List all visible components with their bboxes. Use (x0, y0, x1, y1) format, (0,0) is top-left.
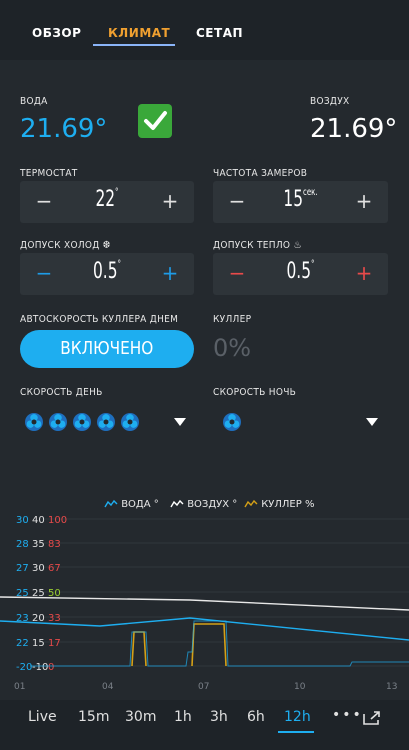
more-icon[interactable]: ••• (332, 707, 363, 723)
time-range-3h[interactable]: 3h (210, 709, 228, 725)
x-tick: 07 (198, 682, 209, 692)
heat-tolerance-value: 0.5° (286, 259, 315, 284)
series-water-baseline (30, 620, 409, 667)
heat-tolerance-stepper: − 0.5° + (213, 253, 388, 295)
x-tick: 10 (294, 682, 306, 692)
tab-climate[interactable]: КЛИМАТ (108, 26, 170, 40)
thermostat-label: ТЕРМОСТАТ (20, 168, 78, 179)
tab-overview[interactable]: ОБЗОР (32, 26, 81, 40)
cold-tolerance-value: 0.5° (93, 259, 121, 284)
y-tick-water: 30 (16, 515, 29, 526)
series-air (0, 596, 409, 611)
sample-rate-increase-button[interactable]: + (352, 189, 376, 213)
x-tick: 04 (102, 682, 114, 692)
time-range-Live[interactable]: Live (28, 709, 57, 725)
fan-icon (222, 412, 242, 432)
heat-tolerance-increase-button[interactable]: + (352, 261, 376, 285)
fan-icon (120, 412, 140, 432)
y-tick-cooler: 67 (48, 563, 61, 574)
tab-setup[interactable]: СЕТАП (196, 26, 243, 40)
y-tick-air: 40 (32, 515, 45, 526)
heat-tolerance-label: ДОПУСК ТЕПЛО ♨ (213, 240, 302, 251)
time-range-6h[interactable]: 6h (247, 709, 265, 725)
y-tick-air: 15 (32, 638, 45, 649)
y-tick-air: 35 (32, 539, 45, 550)
time-range-30m[interactable]: 30m (125, 709, 156, 725)
air-value: 21.69° (310, 114, 398, 144)
thermostat-increase-button[interactable]: + (158, 189, 182, 213)
fan-icon (72, 412, 92, 432)
auto-cooler-toggle-button[interactable]: ВКЛЮЧЕНО (20, 330, 194, 368)
sample-rate-stepper: − 15сек. + (213, 181, 388, 223)
water-label: ВОДА (20, 96, 48, 107)
sample-rate-label: ЧАСТОТА ЗАМЕРОВ (213, 168, 308, 179)
x-tick: 13 (386, 682, 397, 692)
y-tick-water: 22 (16, 638, 29, 649)
chevron-down-icon[interactable] (366, 418, 378, 426)
y-tick-air: -10 (32, 662, 48, 673)
speed-day-label: СКОРОСТЬ ДЕНЬ (20, 387, 103, 398)
top-tab-bar: ОБЗОР КЛИМАТ СЕТАП (0, 0, 409, 60)
fan-icon (96, 412, 116, 432)
water-value: 21.69° (20, 114, 108, 144)
y-tick-cooler: 83 (48, 539, 61, 550)
cold-tolerance-stepper: − 0.5° + (20, 253, 194, 295)
y-tick-cooler: 17 (48, 638, 61, 649)
thermostat-stepper: − 22° + (20, 181, 194, 223)
chevron-down-icon[interactable] (174, 418, 186, 426)
time-range-selected-indicator (278, 731, 314, 733)
series-cooler (131, 623, 227, 667)
y-tick-air: 30 (32, 563, 45, 574)
cooler-value: 0% (213, 334, 252, 362)
y-tick-water: 27 (16, 563, 29, 574)
thermostat-value: 22° (95, 187, 119, 212)
y-tick-cooler: 0 (48, 662, 54, 673)
x-tick: 01 (14, 682, 25, 692)
time-range-1h[interactable]: 1h (174, 709, 192, 725)
cold-tolerance-increase-button[interactable]: + (158, 261, 182, 285)
time-range-15m[interactable]: 15m (78, 709, 109, 725)
climate-chart: 30 40 10028 35 8327 30 6725 25 5023 20 3322 15 17-20… (0, 515, 409, 692)
external-link-icon[interactable] (362, 710, 382, 726)
fan-icon (24, 412, 44, 432)
y-tick-cooler: 100 (48, 515, 67, 526)
time-range-12h[interactable]: 12h (284, 709, 311, 725)
auto-cooler-label: АВТОСКОРОСТЬ КУЛЛЕРА ДНЕМ (20, 314, 179, 325)
sample-rate-value: 15сек. (283, 187, 318, 212)
checkmark-icon (138, 104, 172, 138)
speed-night-label: СКОРОСТЬ НОЧЬ (213, 387, 297, 398)
air-label: ВОЗДУХ (310, 96, 350, 107)
y-tick-water: 28 (16, 539, 29, 550)
active-tab-indicator (93, 44, 175, 46)
y-tick-cooler: 33 (48, 613, 61, 624)
fan-icon (48, 412, 68, 432)
cooler-label: КУЛЛЕР (213, 314, 252, 325)
cold-tolerance-label: ДОПУСК ХОЛОД ❆ (20, 240, 111, 251)
y-tick-water: -20 (16, 662, 32, 673)
